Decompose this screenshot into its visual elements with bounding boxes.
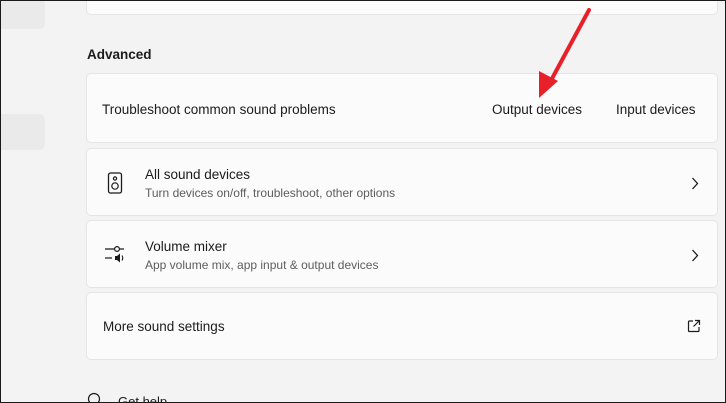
input-devices-link[interactable]: Input devices	[616, 102, 696, 117]
sidebar-item-selected[interactable]	[1, 114, 45, 150]
volume-mixer-icon	[105, 245, 124, 263]
all-sound-devices-subtitle: Turn devices on/off, troubleshoot, other…	[145, 186, 396, 200]
previous-card	[86, 1, 718, 15]
settings-window: Advanced Troubleshoot common sound probl…	[0, 0, 726, 403]
speaker-icon	[107, 172, 123, 194]
sidebar-item[interactable]	[1, 1, 45, 29]
section-title: Advanced	[87, 47, 152, 62]
more-sound-settings-title: More sound settings	[103, 319, 225, 334]
volume-mixer-card[interactable]	[86, 220, 718, 288]
chevron-right-icon	[692, 177, 699, 190]
all-sound-devices-card[interactable]	[86, 148, 718, 216]
open-external-icon	[687, 319, 701, 333]
volume-mixer-title: Volume mixer	[145, 239, 227, 254]
get-help-link[interactable]: Get help	[118, 394, 167, 402]
chevron-right-icon	[692, 249, 699, 262]
all-sound-devices-title: All sound devices	[145, 167, 251, 182]
troubleshoot-label: Troubleshoot common sound problems	[102, 102, 336, 117]
volume-mixer-subtitle: App volume mix, app input & output devic…	[145, 258, 379, 272]
output-devices-link[interactable]: Output devices	[492, 102, 582, 117]
help-icon	[87, 392, 101, 402]
